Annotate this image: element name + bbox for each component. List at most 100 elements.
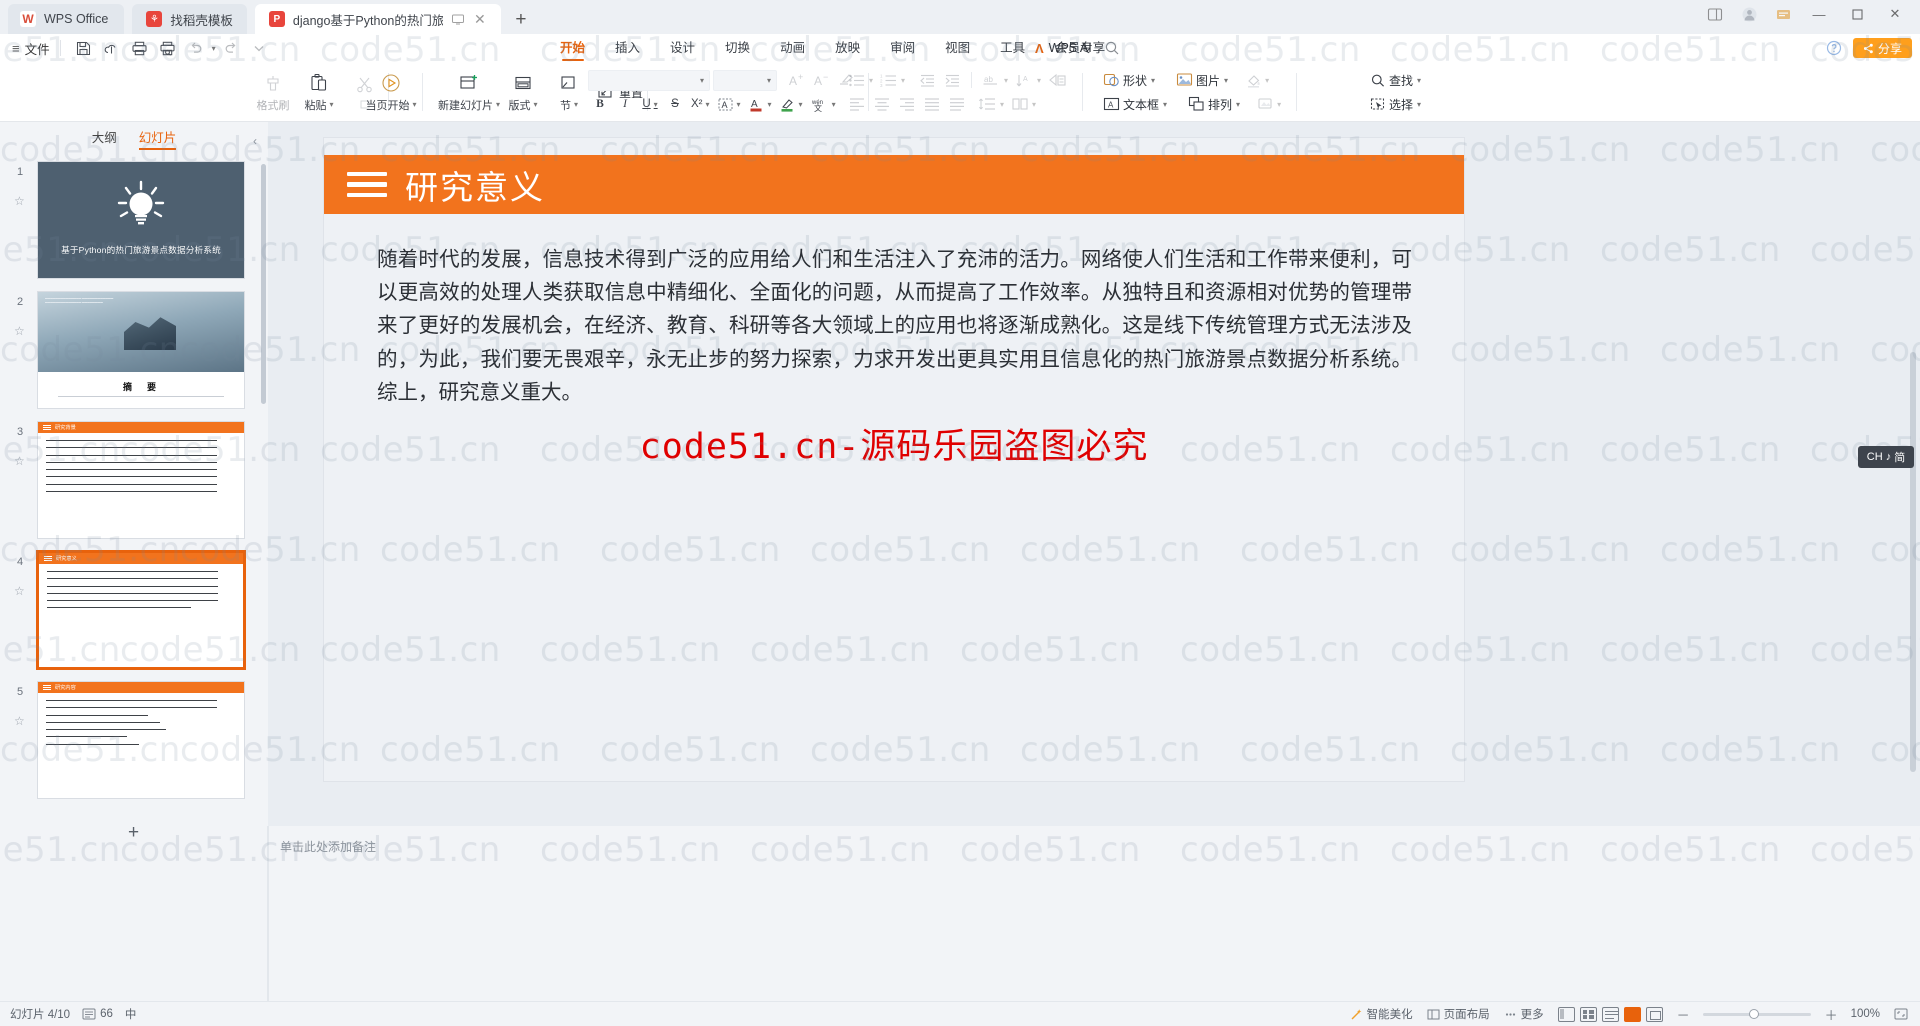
line-spacing-button[interactable]: ▾ [975,93,1007,115]
share-button[interactable]: 分享 [1852,38,1912,58]
list-item[interactable]: 1 ☆ 基于Python的热门旅游景点数据分析系统 [0,158,268,288]
slide-thumbnail-2[interactable]: ▬▬▬▬▬▬▬▬▬▬▬▬▬▬ ▬▬▬▬▬▬▬▬▬▬▬▬ ▬▬▬▬▬▬▬▬▬▬▬▬… [37,291,245,409]
align-left-button[interactable] [845,93,869,115]
zoom-slider[interactable] [1702,1008,1811,1019]
sort-button[interactable]: A ▾ [1012,69,1044,91]
zoom-percent-label[interactable]: 100% [1851,1008,1880,1020]
hamburger-menu-icon[interactable]: ≡ [12,41,20,56]
minimize-button[interactable]: — [1808,5,1830,23]
view-slideshow-button[interactable] [1623,1006,1641,1022]
zoom-in-button[interactable]: ＋ [1825,1005,1838,1024]
ribbon-tab-tools[interactable]: 工具 [985,34,1040,62]
ribbon-tab-review[interactable]: 审阅 [875,34,930,62]
section-button[interactable]: 节 ▾ [546,64,592,120]
align-right-button[interactable] [895,93,919,115]
file-menu-button[interactable]: 文件 [25,39,50,58]
thumbnail-scrollbar[interactable] [261,164,266,404]
slide-thumbnail-5[interactable]: 研究内容 ▬▬▬▬▬▬▬▬▬▬▬▬▬▬▬▬▬▬▬▬▬▬▬▬▬▬▬▬▬▬▬▬▬▬▬… [37,681,245,799]
thumbnail-list[interactable]: 1 ☆ 基于Python的热门旅游景点数据分析系统 2 ☆ ▬▬▬▬▬▬▬▬▬▬… [0,158,268,826]
zoom-out-button[interactable]: － [1677,1005,1690,1024]
view-fit-button[interactable] [1645,1006,1663,1022]
ribbon-tab-slideshow[interactable]: 放映 [820,34,875,62]
apps-grid-icon[interactable] [1774,5,1792,23]
thumb-star-icon[interactable]: ☆ [14,584,25,598]
view-normal-button[interactable] [1557,1006,1575,1022]
font-color-button[interactable]: A ▾ [745,93,775,115]
slide-body-text[interactable]: 随着时代的发展，信息技术得到广泛的应用给人们和生活注入了充沛的活力。网络使人们生… [377,243,1412,409]
font-name-select[interactable]: ▾ [588,69,710,91]
slide-canvas[interactable]: 研究意义 随着时代的发展，信息技术得到广泛的应用给人们和生活注入了充沛的活力。网… [268,122,1920,826]
language-indicator[interactable]: 中 [125,1006,137,1022]
ribbon-tab-animation[interactable]: 动画 [765,34,820,62]
thumb-star-icon[interactable]: ☆ [14,454,25,468]
panel-tab-outline[interactable]: 大纲 [92,127,117,150]
bullets-button[interactable]: ▾ [845,69,876,91]
search-icon[interactable] [1104,40,1120,56]
slide-thumbnail-4[interactable]: 研究意义 ▬▬▬▬▬▬▬▬▬▬▬▬▬▬▬▬▬▬▬▬▬▬▬▬▬▬▬▬▬▬▬▬▬▬▬… [36,550,246,670]
undo-icon[interactable] [183,37,209,59]
thumb-star-icon[interactable]: ☆ [14,194,25,208]
text-direction-button[interactable]: ab ▾ [979,69,1011,91]
redo-icon[interactable] [218,37,244,59]
list-item[interactable]: 4 ☆ 研究意义 ▬▬▬▬▬▬▬▬▬▬▬▬▬▬▬▬▬▬▬▬▬▬▬▬▬▬▬▬▬▬▬… [0,548,268,678]
page-layout-button[interactable]: 页面布局 [1427,1006,1490,1022]
save-as-cloud-icon[interactable] [99,37,125,59]
maximize-button[interactable] [1846,5,1868,23]
save-icon[interactable] [71,37,97,59]
pinyin-guide-button[interactable]: wén 文 ▾ [807,93,839,115]
ribbon-tab-transition[interactable]: 切换 [710,34,765,62]
slide-thumbnail-1[interactable]: 基于Python的热门旅游景点数据分析系统 [37,161,245,279]
customize-icon[interactable] [246,37,272,59]
bold-button[interactable]: B [588,93,612,115]
fit-screen-icon[interactable] [1894,1007,1908,1021]
view-reading-button[interactable] [1601,1006,1619,1022]
start-from-page-button[interactable]: 当页开始 ▾ [360,64,422,120]
print-preview-icon[interactable] [155,37,181,59]
close-tab-icon[interactable]: ✕ [473,11,487,27]
ribbon-tab-insert[interactable]: 插入 [600,34,655,62]
slide-thumbnail-3[interactable]: 研究背景 ▬▬▬▬▬▬▬▬▬▬▬▬▬▬▬▬▬▬▬▬▬▬▬▬▬▬▬▬▬▬▬▬▬▬▬… [37,421,245,539]
indent-increase-button[interactable] [940,69,964,91]
collapse-panel-icon[interactable]: ‹ [248,132,262,150]
close-window-button[interactable]: ✕ [1884,5,1906,23]
strikethrough-button[interactable]: S [663,93,687,115]
help-icon[interactable] [1825,39,1843,57]
tab-docer-template[interactable]: ⚘ 找稻壳模板 [132,4,247,34]
view-slide-sorter-button[interactable] [1579,1006,1597,1022]
numbering-button[interactable]: 1 2 3 ▾ [877,69,908,91]
split-window-icon[interactable] [1706,5,1724,23]
print-icon[interactable] [127,37,153,59]
quick-style-button[interactable]: ▾ [1254,93,1284,115]
char-border-button[interactable]: A ▾ [714,93,744,115]
ribbon-tab-design[interactable]: 设计 [655,34,710,62]
tab-presentation-file[interactable]: P django基于Python的热门旅 ✕ [254,4,501,34]
textbox-button[interactable]: A 文本框 ▾ [1098,93,1172,115]
select-button[interactable]: 选择 ▾ [1365,93,1426,115]
ribbon-tab-view[interactable]: 视图 [930,34,985,62]
columns-button[interactable]: ▾ [1008,93,1039,115]
shape-button[interactable]: 形状 ▾ [1098,69,1160,91]
more-button[interactable]: 更多 [1504,1006,1544,1022]
convert-smartart-button[interactable] [1045,69,1070,91]
italic-button[interactable]: I [613,93,637,115]
picture-button[interactable]: 图片 ▾ [1171,69,1233,91]
tab-wps-office-home[interactable]: W WPS Office [8,4,125,34]
smart-beautify-button[interactable]: 智能美化 [1350,1006,1413,1022]
word-count-item[interactable]: 66 [82,1008,113,1020]
present-monitor-icon[interactable] [451,12,465,26]
speaker-notes-pane[interactable]: 单击此处添加备注 [268,826,1920,1001]
undo-caret-icon[interactable]: ▾ [212,44,216,53]
new-tab-button[interactable]: + [507,6,535,34]
thumb-star-icon[interactable]: ☆ [14,324,25,338]
canvas-scrollbar[interactable] [1910,352,1916,772]
text-highlight-button[interactable]: ▾ [776,93,806,115]
list-item[interactable]: 2 ☆ ▬▬▬▬▬▬▬▬▬▬▬▬▬▬ ▬▬▬▬▬▬▬▬▬▬▬▬ ▬▬▬▬▬▬▬▬… [0,288,268,418]
list-item[interactable]: 3 ☆ 研究背景 ▬▬▬▬▬▬▬▬▬▬▬▬▬▬▬▬▬▬▬▬▬▬▬▬▬▬▬▬▬▬▬… [0,418,268,548]
account-avatar-icon[interactable] [1740,5,1758,23]
find-button[interactable]: 查找 ▾ [1365,69,1426,91]
ribbon-tab-start[interactable]: 开始 [545,34,600,62]
layout-button[interactable]: 版式 ▾ [500,64,546,120]
list-item[interactable]: 5 ☆ 研究内容 ▬▬▬▬▬▬▬▬▬▬▬▬▬▬▬▬▬▬▬▬▬▬▬▬▬▬▬▬▬▬▬… [0,678,268,808]
increase-font-size-button[interactable]: A + [784,69,808,91]
zoom-slider-handle[interactable] [1748,1008,1759,1019]
